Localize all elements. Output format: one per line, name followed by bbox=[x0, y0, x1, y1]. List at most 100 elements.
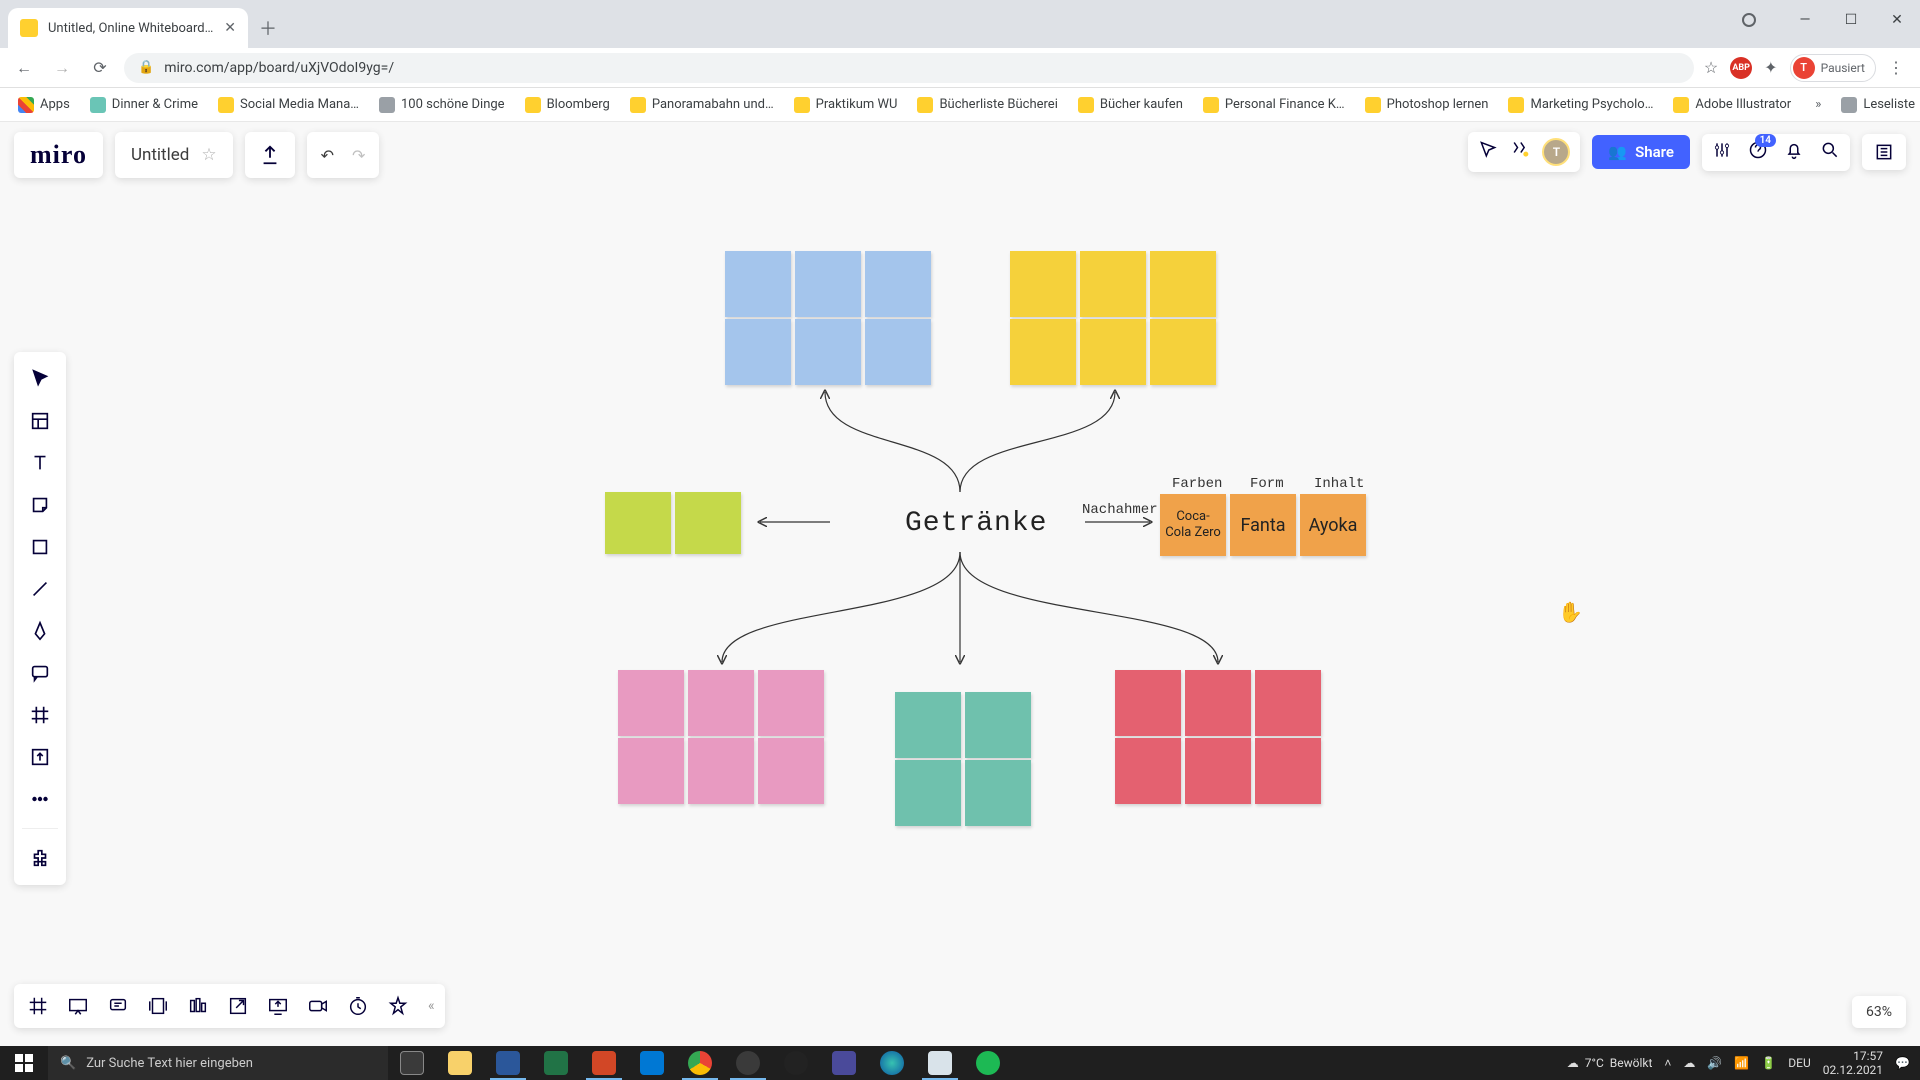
app2-icon[interactable] bbox=[820, 1046, 868, 1080]
center-topic-label[interactable]: Getränke bbox=[905, 508, 1047, 539]
close-tab-icon[interactable]: ✕ bbox=[224, 20, 236, 36]
sticky-note[interactable] bbox=[1115, 670, 1181, 736]
bookmark-star-icon[interactable]: ☆ bbox=[1704, 58, 1718, 77]
sticky-note[interactable] bbox=[865, 251, 931, 317]
screen-share-icon[interactable] bbox=[264, 992, 292, 1020]
tray-chevron-icon[interactable]: ˄ bbox=[1664, 1056, 1671, 1070]
text-tool[interactable] bbox=[20, 446, 60, 480]
sticky-note[interactable] bbox=[1080, 319, 1146, 385]
window-close-button[interactable]: ✕ bbox=[1874, 0, 1920, 40]
cards-icon[interactable] bbox=[144, 992, 172, 1020]
help-icon[interactable]: 14 bbox=[1748, 140, 1768, 165]
bookmark-item[interactable]: Adobe Illustrator bbox=[1665, 93, 1799, 117]
sticky-note[interactable] bbox=[1010, 251, 1076, 317]
timer-icon[interactable] bbox=[344, 992, 372, 1020]
new-tab-button[interactable]: ＋ bbox=[254, 14, 282, 42]
sticky-note[interactable] bbox=[758, 738, 824, 804]
comment-tool[interactable] bbox=[20, 656, 60, 690]
onedrive-icon[interactable]: ☁ bbox=[1683, 1056, 1695, 1070]
bookmarks-overflow-icon[interactable]: » bbox=[1807, 97, 1829, 112]
chrome-profile-button[interactable]: T Pausiert bbox=[1790, 54, 1876, 82]
select-tool[interactable] bbox=[20, 362, 60, 396]
frames-panel-icon[interactable] bbox=[24, 992, 52, 1020]
sticky-note-ayoka[interactable]: Ayoka bbox=[1300, 494, 1366, 556]
sticky-note[interactable] bbox=[1255, 670, 1321, 736]
sticky-note[interactable] bbox=[1115, 738, 1181, 804]
reading-list-button[interactable]: Leseliste bbox=[1833, 93, 1920, 117]
sticky-note[interactable] bbox=[895, 692, 961, 758]
powerpoint-icon[interactable] bbox=[580, 1046, 628, 1080]
sticky-note[interactable] bbox=[1010, 319, 1076, 385]
export-button[interactable] bbox=[245, 132, 295, 178]
undo-button[interactable]: ↶ bbox=[321, 146, 334, 165]
nav-forward-button[interactable]: → bbox=[48, 54, 76, 82]
miro-stage[interactable]: Getränke Nachahmer Farben Form Inhalt Co… bbox=[0, 122, 1920, 1046]
sticky-note[interactable] bbox=[795, 251, 861, 317]
share-button[interactable]: 👥 Share bbox=[1592, 135, 1690, 169]
frame-tool[interactable] bbox=[20, 698, 60, 732]
sticky-note[interactable] bbox=[605, 492, 671, 554]
presentation-icon[interactable] bbox=[64, 992, 92, 1020]
mail-icon[interactable] bbox=[628, 1046, 676, 1080]
volume-icon[interactable]: 🔊 bbox=[1707, 1056, 1722, 1070]
bookmark-item[interactable]: Panoramabahn und… bbox=[622, 93, 782, 117]
header-form[interactable]: Form bbox=[1250, 476, 1284, 492]
excel-icon[interactable] bbox=[532, 1046, 580, 1080]
sticky-note-fanta[interactable]: Fanta bbox=[1230, 494, 1296, 556]
sticky-note[interactable] bbox=[725, 251, 791, 317]
notifications-icon[interactable]: 💬 bbox=[1895, 1056, 1910, 1070]
board-title[interactable]: Untitled bbox=[131, 145, 189, 165]
chrome-menu-icon[interactable]: ⋮ bbox=[1888, 58, 1904, 77]
more-tools[interactable] bbox=[20, 782, 60, 816]
apps-plugin-tool[interactable] bbox=[20, 841, 60, 875]
opera-icon[interactable] bbox=[724, 1046, 772, 1080]
taskbar-search[interactable]: 🔍 Zur Suche Text hier eingeben bbox=[48, 1046, 388, 1080]
adblock-extension-icon[interactable]: ABP bbox=[1730, 57, 1752, 79]
sticky-note[interactable] bbox=[1185, 738, 1251, 804]
upload-tool[interactable] bbox=[20, 740, 60, 774]
url-field[interactable]: 🔒 miro.com/app/board/uXjVOdoI9yg=/ bbox=[124, 53, 1694, 83]
nav-reload-button[interactable]: ⟳ bbox=[86, 54, 114, 82]
language-indicator[interactable]: DEU bbox=[1788, 1056, 1810, 1070]
pen-tool[interactable] bbox=[20, 614, 60, 648]
bookmark-item[interactable]: Bücherliste Bücherei bbox=[909, 93, 1065, 117]
favorite-star-icon[interactable]: ☆ bbox=[201, 145, 216, 165]
start-button[interactable] bbox=[0, 1046, 48, 1080]
header-farben[interactable]: Farben bbox=[1172, 476, 1222, 492]
window-maximize-button[interactable]: ☐ bbox=[1828, 0, 1874, 40]
task-view-icon[interactable] bbox=[388, 1046, 436, 1080]
redo-button[interactable]: ↷ bbox=[352, 146, 365, 165]
edge-icon[interactable] bbox=[868, 1046, 916, 1080]
cursor-pointer-icon[interactable] bbox=[1478, 140, 1498, 164]
nachahmer-label[interactable]: Nachahmer bbox=[1082, 502, 1158, 518]
sticky-note[interactable] bbox=[965, 692, 1031, 758]
zoom-indicator[interactable]: 63% bbox=[1852, 996, 1906, 1028]
vote-icon[interactable] bbox=[184, 992, 212, 1020]
user-avatar-icon[interactable]: T bbox=[1542, 138, 1570, 166]
weather-widget[interactable]: ☁ 7°C Bewölkt bbox=[1567, 1056, 1653, 1070]
sticky-note[interactable] bbox=[618, 670, 684, 736]
chrome-icon[interactable] bbox=[676, 1046, 724, 1080]
video-icon[interactable] bbox=[304, 992, 332, 1020]
bookmark-item[interactable]: Photoshop lernen bbox=[1357, 93, 1497, 117]
bookmark-item[interactable]: Social Media Mana… bbox=[210, 93, 367, 117]
miro-canvas[interactable]: Getränke Nachahmer Farben Form Inhalt Co… bbox=[0, 122, 1920, 1046]
settings-icon[interactable] bbox=[1712, 140, 1732, 165]
nav-back-button[interactable]: ← bbox=[10, 54, 38, 82]
header-inhalt[interactable]: Inhalt bbox=[1314, 476, 1364, 492]
bookmark-item[interactable]: Personal Finance K… bbox=[1195, 93, 1353, 117]
share-link-icon[interactable] bbox=[224, 992, 252, 1020]
sticky-note[interactable] bbox=[618, 738, 684, 804]
sticky-note[interactable] bbox=[795, 319, 861, 385]
bookmark-item[interactable]: Bücher kaufen bbox=[1070, 93, 1191, 117]
bookmark-item[interactable]: Bloomberg bbox=[517, 93, 618, 117]
bookmark-item[interactable]: Marketing Psycholo… bbox=[1500, 93, 1661, 117]
sticky-note[interactable] bbox=[758, 670, 824, 736]
sticky-note[interactable] bbox=[1150, 319, 1216, 385]
file-explorer-icon[interactable] bbox=[436, 1046, 484, 1080]
app-icon[interactable] bbox=[772, 1046, 820, 1080]
sticky-note[interactable] bbox=[1255, 738, 1321, 804]
sticky-note-coca-cola-zero[interactable]: Coca-Cola Zero bbox=[1160, 494, 1226, 556]
sticky-note[interactable] bbox=[688, 670, 754, 736]
bookmark-apps[interactable]: Apps bbox=[10, 93, 78, 117]
